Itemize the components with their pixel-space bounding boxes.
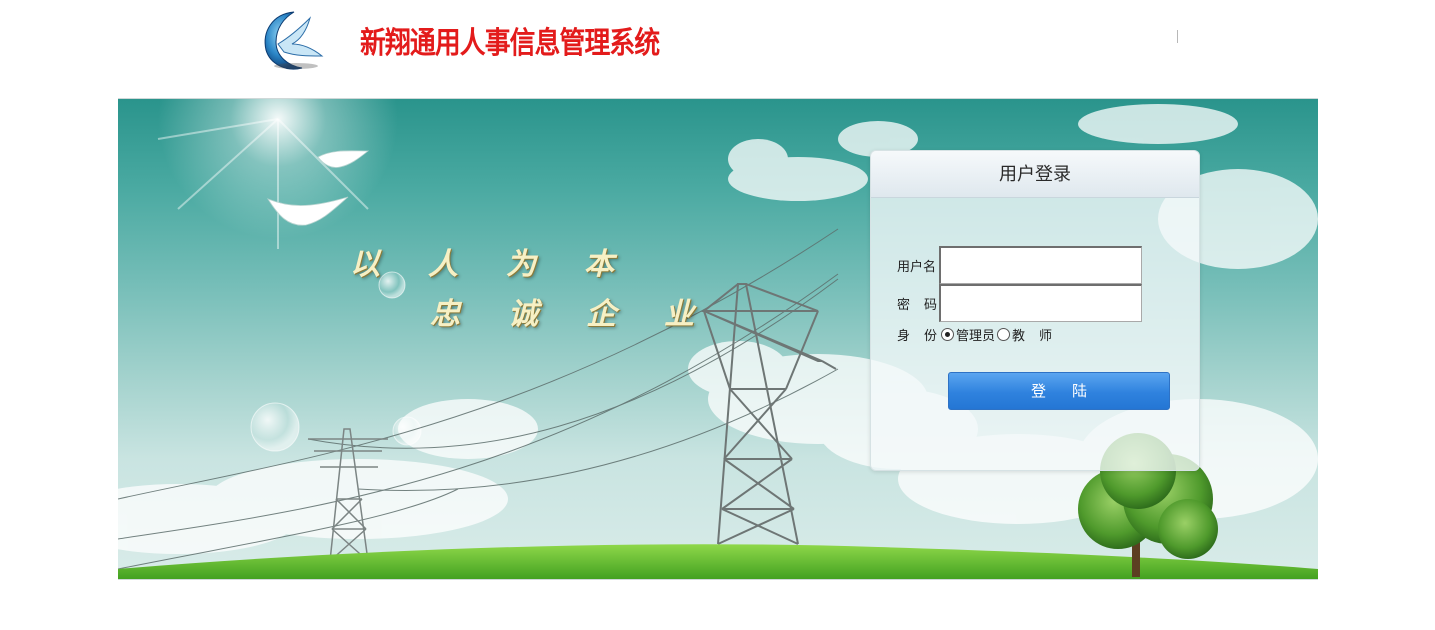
login-panel: 用户登录 用户名 密码 身份 管理员 教师 登陆 xyxy=(870,150,1200,471)
role-label: 身份 xyxy=(897,329,952,344)
role-teacher-label: 教师 xyxy=(1012,329,1067,344)
username-row: 用户名 xyxy=(897,246,1142,284)
role-radio-admin[interactable]: 管理员 xyxy=(941,325,995,344)
password-row: 密码 xyxy=(897,284,1142,322)
radio-checked-icon[interactable] xyxy=(941,328,954,341)
dove-crescent-logo xyxy=(264,11,324,70)
login-title: 用户登录 xyxy=(871,151,1199,198)
page-header: 新翔通用人事信息管理系统 xyxy=(0,0,1435,98)
slogan-line-2: 忠诚企业 xyxy=(430,297,742,332)
slogan-line-1: 以人为本 xyxy=(350,247,662,282)
hero-banner: 以人为本 忠诚企业 用户登录 用户名 密码 身份 管理员 教师 登陆 xyxy=(118,98,1318,580)
password-label: 密码 xyxy=(897,297,952,313)
login-button[interactable]: 登陆 xyxy=(948,372,1170,410)
header-divider xyxy=(1177,30,1178,43)
radio-unchecked-icon[interactable] xyxy=(997,328,1011,341)
role-admin-label: 管理员 xyxy=(956,329,996,344)
system-title: 新翔通用人事信息管理系统 xyxy=(360,26,660,61)
username-label: 用户名 xyxy=(897,259,937,275)
username-input[interactable] xyxy=(939,246,1142,284)
role-row: 身份 管理员 教师 xyxy=(897,325,1066,344)
role-radio-teacher[interactable]: 教师 xyxy=(997,325,1066,344)
password-input[interactable] xyxy=(939,284,1142,322)
